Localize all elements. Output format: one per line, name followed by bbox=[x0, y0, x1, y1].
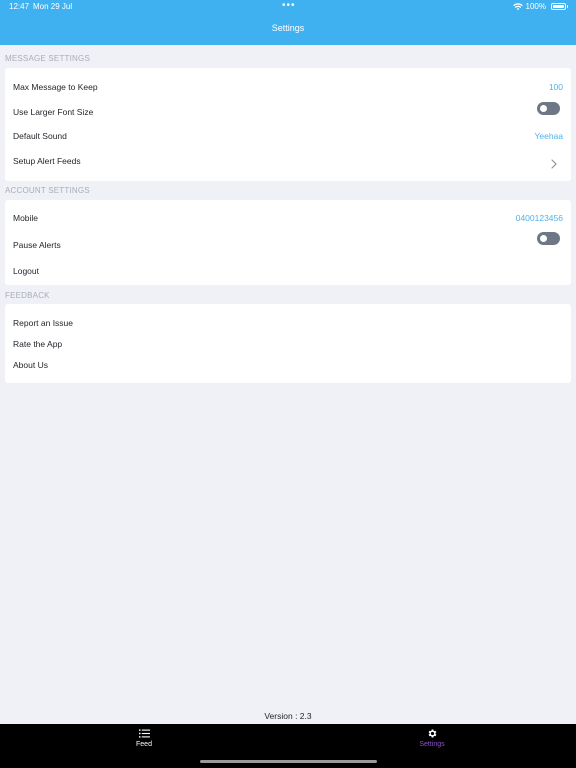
max-messages-value[interactable]: 100 bbox=[549, 82, 563, 92]
battery-icon bbox=[551, 3, 568, 10]
list-icon bbox=[138, 729, 150, 738]
home-indicator bbox=[200, 760, 377, 763]
message-settings-card: Max Message to Keep 100 Use Larger Font … bbox=[5, 68, 571, 181]
logout-row[interactable]: Logout bbox=[5, 262, 571, 280]
feedback-card: Report an Issue Rate the App About Us bbox=[5, 304, 571, 383]
toggle-knob bbox=[540, 105, 547, 112]
pause-alerts-row: Pause Alerts bbox=[5, 232, 571, 254]
rate-app-label: Rate the App bbox=[13, 339, 63, 349]
larger-font-row: Use Larger Font Size bbox=[5, 102, 571, 121]
setup-alert-feeds-label: Setup Alert Feeds bbox=[13, 156, 81, 166]
larger-font-label: Use Larger Font Size bbox=[13, 107, 94, 117]
report-issue-label: Report an Issue bbox=[13, 318, 74, 328]
rate-app-row[interactable]: Rate the App bbox=[5, 335, 571, 353]
pause-alerts-label: Pause Alerts bbox=[13, 240, 61, 250]
mobile-value[interactable]: 0400123456 bbox=[516, 213, 563, 223]
header: 12:47 Mon 29 Jul ••• 100% Settings bbox=[0, 0, 576, 45]
status-indicators: 100% bbox=[512, 2, 568, 11]
wifi-icon bbox=[512, 2, 523, 10]
max-messages-row[interactable]: Max Message to Keep 100 bbox=[5, 78, 571, 96]
section-header-feedback: FEEDBACK bbox=[5, 291, 50, 300]
multitasking-dots-icon[interactable]: ••• bbox=[282, 0, 296, 11]
default-sound-row[interactable]: Default Sound Yeehaa bbox=[5, 127, 571, 145]
section-header-account-settings: ACCOUNT SETTINGS bbox=[5, 186, 90, 195]
section-header-message-settings: MESSAGE SETTINGS bbox=[5, 54, 90, 63]
mobile-label: Mobile bbox=[13, 213, 39, 223]
toggle-knob bbox=[540, 235, 547, 242]
settings-screen: 12:47 Mon 29 Jul ••• 100% Settings MESSA… bbox=[0, 0, 576, 768]
tab-feed[interactable]: Feed bbox=[114, 728, 174, 748]
account-settings-card: Mobile 0400123456 Pause Alerts Logout bbox=[5, 200, 571, 285]
larger-font-toggle[interactable] bbox=[537, 102, 560, 115]
status-time: 12:47 bbox=[9, 2, 30, 11]
battery-percent: 100% bbox=[525, 2, 546, 11]
about-us-row[interactable]: About Us bbox=[5, 356, 571, 374]
about-us-label: About Us bbox=[13, 360, 48, 370]
status-bar: 12:47 Mon 29 Jul ••• 100% bbox=[0, 0, 576, 14]
default-sound-label: Default Sound bbox=[13, 131, 67, 141]
version-text: Version : 2.3 bbox=[264, 711, 312, 721]
logout-label: Logout bbox=[13, 266, 39, 276]
mobile-row[interactable]: Mobile 0400123456 bbox=[5, 209, 571, 227]
gear-icon bbox=[428, 729, 436, 738]
tab-settings-label: Settings bbox=[419, 741, 445, 748]
tab-settings[interactable]: Settings bbox=[402, 728, 462, 748]
report-issue-row[interactable]: Report an Issue bbox=[5, 314, 571, 332]
chevron-right-icon bbox=[551, 159, 557, 169]
setup-alert-feeds-row[interactable]: Setup Alert Feeds bbox=[5, 152, 571, 170]
max-messages-label: Max Message to Keep bbox=[13, 82, 98, 92]
status-date: Mon 29 Jul bbox=[33, 2, 73, 11]
default-sound-value[interactable]: Yeehaa bbox=[534, 131, 563, 141]
pause-alerts-toggle[interactable] bbox=[537, 232, 560, 245]
tab-feed-label: Feed bbox=[136, 741, 152, 748]
page-title: Settings bbox=[271, 23, 305, 33]
